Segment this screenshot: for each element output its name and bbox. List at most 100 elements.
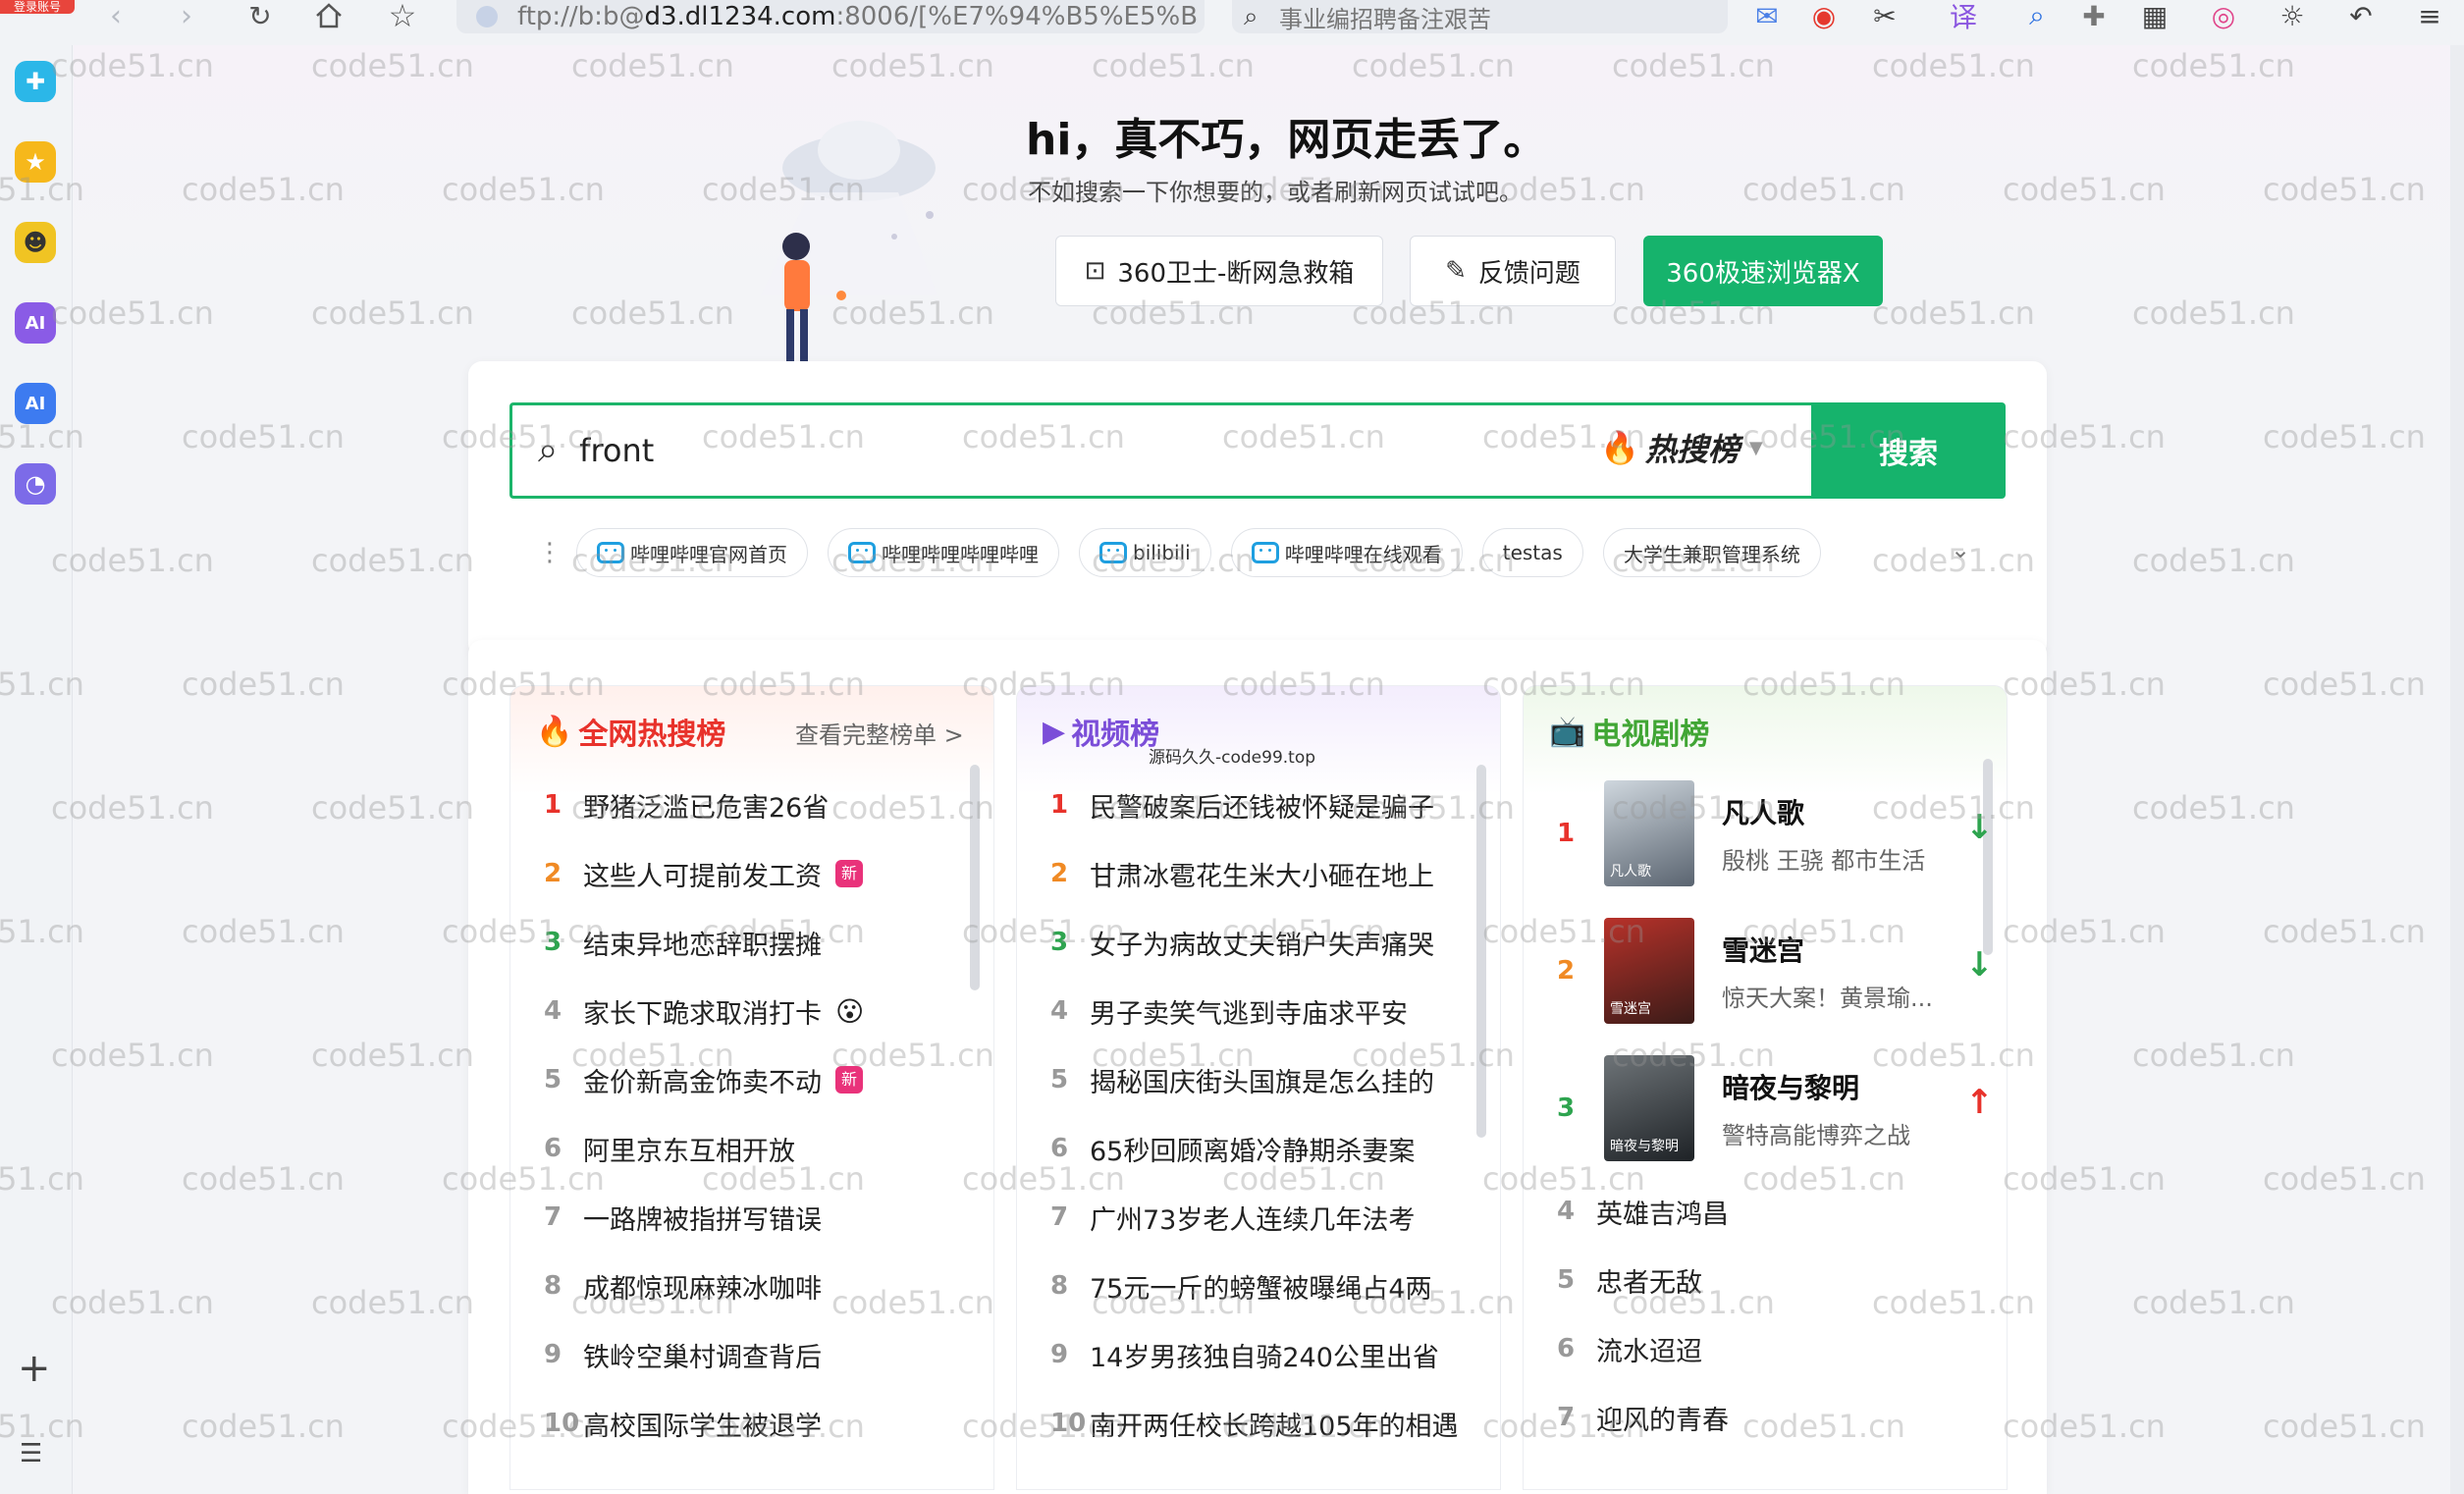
undo-icon[interactable]: ↶ [2341,0,2381,32]
list-item[interactable]: 2 这些人可提前发工资新 [510,839,972,908]
site-info-icon[interactable] [476,6,498,27]
list-item[interactable]: 4 男子卖笑气逃到寺庙求平安 [1017,977,1478,1045]
list-item[interactable]: 4 英雄吉鸿昌 [1524,1177,1985,1246]
feedback-button-label: 反馈问题 [1477,258,1580,289]
back-icon[interactable]: ‹ [96,0,135,33]
list-item[interactable]: 6 流水迢迢 [1524,1314,1985,1383]
menu-icon[interactable]: ≡ [2410,0,2449,32]
video-rank-list: 1 民警破案后还钱被怀疑是骗子 2 甘肃冰雹花生米大小砸在地上 3 女子为病故丈夫销户失声… [1017,771,1478,1458]
history-chip[interactable]: testas [1481,528,1583,577]
favorites-star-icon[interactable]: ★ [15,141,56,183]
translate-icon[interactable]: 译 [1944,0,1983,33]
apps-grid-icon[interactable]: ▦ [2135,0,2174,32]
hot-search-title-text: 全网热搜榜 [578,718,726,752]
address-bar[interactable]: ftp://b:b@ d3.dl1234.com:8006/[%E7%94%B5%… [456,0,1205,33]
browser-download-button[interactable]: 360极速浏览器X [1643,236,1883,306]
hot-search-title[interactable]: 🔥 全网热搜榜 [536,710,725,753]
list-item[interactable]: 1 野猪泛滥已危害26省 [510,771,972,839]
history-chip[interactable]: 哔哩哔哩哔哩哔哩 [828,528,1059,577]
list-item[interactable]: 5 忠者无敌 [1524,1246,1985,1314]
rank-number: 9 [1050,1340,1069,1369]
list-item[interactable]: 9 14岁男孩独自骑240公里出省 [1017,1320,1478,1389]
chat-bot-icon[interactable]: ◔ [15,463,56,505]
list-item[interactable]: 5 金价新高金饰卖不动新 [510,1045,972,1114]
list-item[interactable]: 3 结束异地恋辞职摆摊 [510,908,972,977]
hot-search-dropdown[interactable]: 🔥 热搜榜 ▼ [1600,425,1763,470]
list-item[interactable]: 6 阿里京东互相开放 [510,1114,972,1183]
list-item[interactable]: 3 女子为病故丈夫销户失声痛哭 [1017,908,1478,977]
tv-poster[interactable]: 暗夜与黎明 [1604,1055,1694,1161]
forward-icon[interactable]: › [167,0,206,33]
rank-text: 民警破案后还钱被怀疑是骗子 [1090,792,1434,824]
arrow-up-icon: ↑ [1965,1083,1994,1122]
extensions-icon[interactable]: ✚ [2074,0,2114,32]
rank-number: 2 [1050,859,1069,888]
list-item[interactable]: 4 家长下跪求取消打卡 😮 [510,977,972,1045]
list-item[interactable]: 7 迎风的青春 [1524,1383,1985,1452]
list-item[interactable]: 8 75元一斤的螃蟹被曝绳占4两 [1017,1252,1478,1320]
add-sidebar-item-icon[interactable]: + [18,1346,51,1391]
list-item[interactable]: 6 65秒回顾离婚冷静期杀妻案 [1017,1114,1478,1183]
scissors-icon[interactable]: ✂ [1865,0,1904,32]
ai-search-icon[interactable]: AI [15,383,56,424]
feedback-button[interactable]: ✎ 反馈问题 [1410,236,1616,306]
page-scrollbar[interactable] [2450,45,2464,1494]
search-box[interactable]: ⌕ 🔥 热搜榜 ▼ [509,402,1811,499]
list-item[interactable]: 9 铁岭空巢村调查背后 [510,1320,972,1389]
robot-assistant-icon[interactable]: ☻ [15,222,56,263]
rank-number: 3 [1557,1094,1576,1123]
add-tool-icon[interactable]: ✚ [15,61,56,102]
video-rank-title[interactable]: ▶ 视频榜 [1043,710,1159,753]
bookmark-star-icon[interactable]: ☆ [383,0,422,34]
brightness-icon[interactable]: ☼ [2273,0,2312,32]
tv-rank-title[interactable]: 📺 电视剧榜 [1549,710,1709,753]
sidebar-list-icon[interactable]: ☰ [20,1439,42,1468]
tv-list-item[interactable]: 2 雪迷宫 雪迷宫 惊天大案！黄景瑜... ↓ [1524,902,2005,1040]
tv-list-item[interactable]: 3 暗夜与黎明 暗夜与黎明 警特高能博弈之战 ↑ [1524,1040,2005,1177]
list-item[interactable]: 10 南开两任校长跨越105年的相遇 [1017,1389,1478,1458]
tv-desc: 警特高能博弈之战 [1722,1121,1910,1149]
rank-number: 6 [1050,1134,1069,1163]
tv-list-item[interactable]: 1 凡人歌 凡人歌 殷桃 王骁 都市生活 ↓ [1524,765,2005,902]
more-vertical-icon[interactable]: ⋮ [537,538,576,567]
rank-number: 2 [1557,956,1576,986]
search-button[interactable]: 搜索 [1811,402,2006,499]
address-scheme: ftp://b:b@ [517,2,645,31]
login-badge[interactable]: 登录账号 [0,0,75,14]
browser-download-label: 360极速浏览器X [1666,258,1860,289]
zoom-icon[interactable]: ⌕ [2017,0,2057,31]
list-item[interactable]: 5 揭秘国庆街头国旗是怎么挂的 [1017,1045,1478,1114]
list-item[interactable]: 2 甘肃冰雹花生米大小砸在地上 [1017,839,1478,908]
rank-number: 10 [544,1409,580,1438]
ai-writing-icon[interactable]: AI [15,302,56,344]
tv-poster[interactable]: 雪迷宫 [1604,918,1694,1024]
weibo-icon[interactable]: ◉ [1804,0,1844,32]
rank-number: 3 [1050,928,1069,957]
list-item[interactable]: 1 民警破案后还钱被怀疑是骗子 [1017,771,1478,839]
list-item[interactable]: 8 成都惊现麻辣冰咖啡 [510,1252,972,1320]
rank-number: 8 [1050,1271,1069,1301]
ai-assistant-icon[interactable]: ◎ [2204,0,2243,32]
history-chip[interactable]: 哔哩哔哩官网首页 [576,528,808,577]
tv-info: 雪迷宫 惊天大案！黄景瑜... [1722,930,1933,1013]
main-content: hi，真不巧，网页走丢了。 不如搜索一下你想要的，或者刷新网页试试吧。 ⊡ 36… [74,45,2464,1494]
view-all-link[interactable]: 查看完整榜单 > [795,716,964,750]
history-chip-label: 哔哩哔哩在线观看 [1284,542,1442,566]
list-item[interactable]: 7 一路牌被指拼写错误 [510,1183,972,1252]
history-chip[interactable]: 大学生兼职管理系统 [1602,528,1821,577]
tv-poster[interactable]: 凡人歌 [1604,780,1694,886]
top-search-box[interactable]: ⌕ 事业编招聘备注艰苦 [1232,0,1728,33]
expand-history-icon[interactable]: ⌄ [1951,536,1970,563]
emoji-badge: 😮 [835,994,865,1028]
rescue-button[interactable]: ⊡ 360卫士-断网急救箱 [1055,236,1383,306]
refresh-icon[interactable]: ↻ [241,0,280,32]
list-item[interactable]: 7 广州73岁老人连续几年法考 [1017,1183,1478,1252]
history-chip[interactable]: 哔哩哔哩在线观看 [1230,528,1463,577]
list-item[interactable]: 10 高校国际学生被退学 [510,1389,972,1458]
rank-text: 65秒回顾离婚冷静期杀妻案 [1090,1136,1416,1167]
history-chip[interactable]: bilibili [1079,528,1211,577]
rank-text: 高校国际学生被退学 [583,1411,822,1442]
search-input[interactable] [579,432,1542,469]
mail-icon[interactable]: ✉ [1747,0,1787,32]
home-icon[interactable] [309,0,348,31]
